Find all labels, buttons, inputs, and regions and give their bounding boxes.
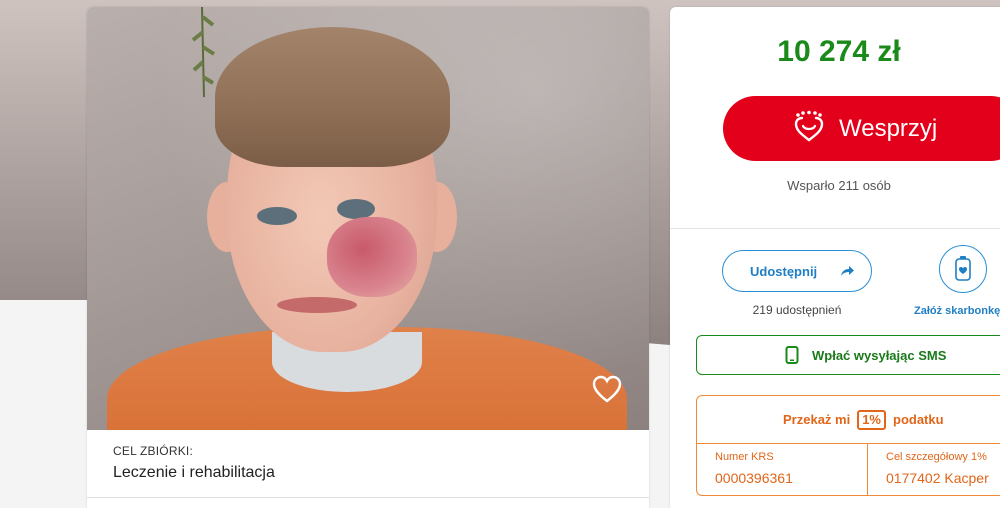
share-arrow-icon: [841, 266, 854, 276]
tax-goal-value: 0177402 Kacper: [886, 470, 989, 486]
fundraiser-photo: [87, 7, 649, 430]
heart-icon: [592, 375, 622, 403]
donate-hand-icon: [794, 110, 824, 142]
tax-prefix: Przekaż mi: [783, 412, 851, 427]
piggy-bank-icon: [955, 256, 971, 281]
share-count: 219 udostępnień: [752, 303, 842, 317]
donation-panel: 10 274 zł Wesprzyj Wsparło 211 osób Udos…: [670, 7, 1000, 508]
donate-button[interactable]: Wesprzyj: [723, 96, 1000, 161]
tax-one-percent-box: Przekaż mi 1% podatku Numer KRS 00003963…: [696, 395, 1000, 496]
supporters-count: Wsparło 211 osób: [787, 178, 891, 193]
goal-value: Leczenie i rehabilitacja: [113, 464, 275, 481]
tax-suffix: podatku: [893, 412, 944, 427]
share-label: Udostępnij: [750, 263, 818, 279]
sms-donate-button[interactable]: Wpłać wysyłając SMS: [696, 335, 1000, 375]
sms-label: Wpłać wysyłając SMS: [812, 347, 947, 363]
tax-header[interactable]: Przekaż mi 1% podatku: [697, 396, 1000, 443]
piggy-bank-label[interactable]: Załóż skarbonkę: [914, 305, 1000, 317]
amount-raised: 10 274 zł: [777, 35, 901, 68]
krs-value: 0000396361: [715, 470, 793, 486]
donate-label: Wesprzyj: [839, 114, 938, 142]
goal-label: CEL ZBIÓRKI:: [113, 444, 193, 458]
fundraiser-photo-card: CEL ZBIÓRKI: Leczenie i rehabilitacja: [87, 7, 649, 508]
percent-badge: 1%: [857, 409, 886, 430]
share-button[interactable]: Udostępnij: [722, 250, 872, 292]
phone-icon: [785, 346, 799, 364]
tax-goal-label: Cel szczegółowy 1%: [886, 451, 987, 463]
divider: [670, 228, 1000, 229]
krs-label: Numer KRS: [715, 451, 774, 463]
create-piggy-bank-button[interactable]: [939, 245, 987, 293]
divider: [87, 497, 649, 498]
favorite-button[interactable]: [591, 373, 623, 405]
